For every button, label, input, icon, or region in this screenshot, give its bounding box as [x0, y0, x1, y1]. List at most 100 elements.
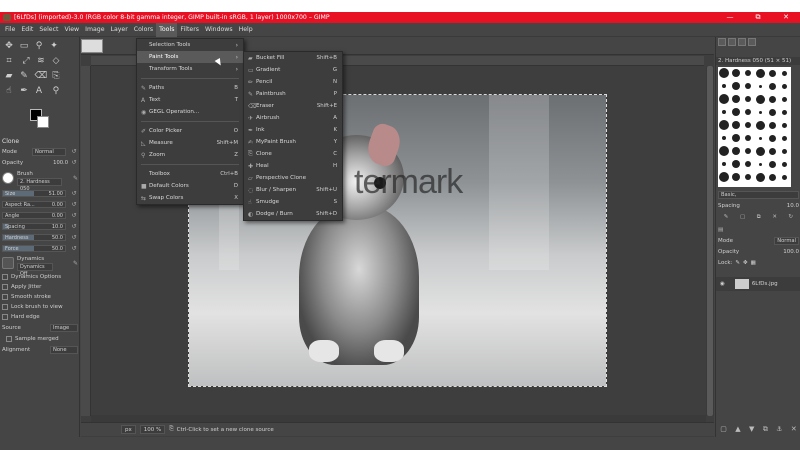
brush-preset-dot[interactable] [719, 172, 729, 182]
option-checkbox[interactable] [2, 294, 8, 300]
reset-icon[interactable]: ↺ [70, 212, 78, 220]
document-history-icon[interactable] [748, 38, 756, 46]
brush-preset-dot[interactable] [755, 68, 765, 78]
menu-item[interactable]: ■ Default Colors D [137, 180, 243, 192]
menu-file[interactable]: File [2, 23, 18, 37]
slider-track[interactable]: Angle 0.00 [2, 212, 66, 219]
menu-item[interactable]: ✈ Airbrush A [244, 112, 342, 124]
brush-preset-dot[interactable] [732, 147, 740, 155]
menu-layer[interactable]: Layer [108, 23, 131, 37]
slider-track[interactable]: Hardness 50.0 [2, 234, 66, 241]
brush-preset-dot[interactable] [745, 122, 751, 128]
slider-row[interactable]: Force 50.0 ↺ [0, 243, 80, 254]
menu-item[interactable]: ▰ Bucket Fill Shift+B [244, 52, 342, 64]
paintbrush-tool-icon[interactable]: ✎ [17, 69, 31, 83]
transform-tool-icon[interactable]: ⤢ [19, 54, 33, 68]
brush-preset-dot[interactable] [781, 122, 787, 128]
bucket-tool-icon[interactable]: ▰ [2, 69, 16, 83]
patterns-tab-icon[interactable] [728, 38, 736, 46]
move-tool-icon[interactable]: ✥ [2, 39, 16, 53]
brush-preset-dot[interactable] [781, 174, 787, 180]
new-brush-icon[interactable]: ▢ [740, 214, 745, 220]
menu-item[interactable]: ✚ Heal H [244, 160, 342, 172]
brush-preset-dot[interactable] [781, 135, 787, 141]
warp-tool-icon[interactable]: ≋ [34, 54, 48, 68]
visibility-eye-icon[interactable]: ◉ [720, 281, 725, 287]
zoom-select[interactable]: 100 % [139, 425, 166, 434]
image-tab-thumbnail[interactable] [81, 39, 103, 53]
slider-track[interactable]: Force 50.0 [2, 245, 66, 252]
maximize-button[interactable]: ⧉ [744, 12, 772, 23]
layer-name[interactable]: 6LfDs.jpg [752, 281, 778, 287]
brush-preset-dot[interactable] [768, 82, 776, 90]
menu-item[interactable]: ✎ Paintbrush P [244, 88, 342, 100]
eraser-tool-icon[interactable]: ⌫ [34, 69, 48, 83]
brush-tag-field[interactable]: Basic, [718, 191, 799, 199]
brush-preset-dot[interactable] [732, 173, 740, 181]
vertical-ruler[interactable] [81, 66, 91, 416]
lock-alpha-icon[interactable]: ▦ [751, 260, 756, 266]
option-checkbox[interactable] [2, 284, 8, 290]
menu-filters[interactable]: Filters [177, 23, 202, 37]
brush-preview[interactable] [2, 172, 14, 184]
brush-preset-dot[interactable] [745, 174, 751, 180]
brush-preset-dot[interactable] [781, 161, 787, 167]
rect-select-tool-icon[interactable]: ▭ [17, 39, 31, 53]
brush-preset-dot[interactable] [719, 94, 729, 104]
brush-preset-dot[interactable] [745, 148, 751, 154]
scrollbar-thumb[interactable] [707, 66, 713, 416]
minimize-button[interactable]: — [716, 12, 744, 23]
brush-preset-dot[interactable] [755, 94, 765, 104]
brush-preset-dot[interactable] [719, 68, 729, 78]
raise-layer-icon[interactable]: ▲ [735, 425, 740, 435]
brush-preset-dot[interactable] [745, 135, 751, 141]
edit-brush-icon[interactable]: ✎ [724, 214, 729, 220]
menu-item[interactable]: ✍ MyPaint Brush Y [244, 136, 342, 148]
zoom-tool-icon[interactable]: ⚲ [49, 84, 63, 98]
lock-position-icon[interactable]: ✥ [743, 260, 748, 266]
menu-item[interactable]: ☝ Smudge S [244, 196, 342, 208]
cage-tool-icon[interactable]: ◇ [49, 54, 63, 68]
opacity-row[interactable]: Opacity 100.0 ↺ [0, 157, 80, 168]
dynamics-field[interactable]: Dynamics Off [17, 262, 53, 277]
brush-preset-dot[interactable] [768, 121, 776, 129]
layer-mode-select[interactable]: Normal [774, 237, 799, 245]
reset-icon[interactable]: ↺ [70, 201, 78, 209]
brush-preset-dot[interactable] [781, 109, 787, 115]
mode-select[interactable]: Normal [32, 147, 66, 156]
clone-tool-icon[interactable]: ⎘ [49, 69, 63, 83]
option-check-row[interactable]: Lock brush to view [0, 302, 80, 312]
brush-preset-dot[interactable] [732, 82, 740, 90]
reset-icon[interactable]: ↺ [70, 234, 78, 242]
menu-item[interactable]: ⎘ Clone C [244, 148, 342, 160]
menu-windows[interactable]: Windows [202, 23, 236, 37]
option-checkbox[interactable] [2, 304, 8, 310]
brush-preset-dot[interactable] [722, 84, 726, 88]
brush-preset-dot[interactable] [768, 108, 776, 116]
brush-preset-dot[interactable] [755, 146, 765, 156]
horizontal-scrollbar[interactable] [91, 415, 706, 422]
fg-bg-colors[interactable] [28, 107, 52, 131]
brush-tag-row[interactable]: Basic, [716, 190, 800, 200]
menu-item[interactable]: ✒ Ink K [244, 124, 342, 136]
brush-preset-dot[interactable] [745, 161, 751, 167]
reset-icon[interactable]: ↺ [70, 245, 78, 253]
brush-preset-dot[interactable] [768, 95, 776, 103]
slider-row[interactable]: Angle 0.00 ↺ [0, 210, 80, 221]
brush-preset-dot[interactable] [758, 162, 762, 166]
brush-grid[interactable] [718, 67, 791, 187]
layer-opacity-row[interactable]: Opacity 100.0 [716, 247, 800, 257]
menu-item[interactable]: ▭ Gradient G [244, 64, 342, 76]
slider-row[interactable]: Aspect Ra... 0.00 ↺ [0, 199, 80, 210]
option-checkbox[interactable] [2, 274, 8, 280]
menu-item[interactable]: ⌫ Eraser Shift+E [244, 100, 342, 112]
dynamics-preview[interactable] [2, 257, 14, 269]
unit-select[interactable]: px [121, 425, 136, 434]
sample-merged-checkbox[interactable] [6, 335, 12, 342]
source-select[interactable]: Image [50, 323, 78, 332]
option-check-row[interactable]: Dynamics Options [0, 272, 80, 282]
brush-preset-dot[interactable] [732, 95, 740, 103]
menu-item[interactable]: ⇆ Swap Colors X [137, 192, 243, 204]
smudge-tool-icon[interactable]: ☝ [2, 84, 16, 98]
reset-icon[interactable]: ↺ [70, 223, 78, 231]
